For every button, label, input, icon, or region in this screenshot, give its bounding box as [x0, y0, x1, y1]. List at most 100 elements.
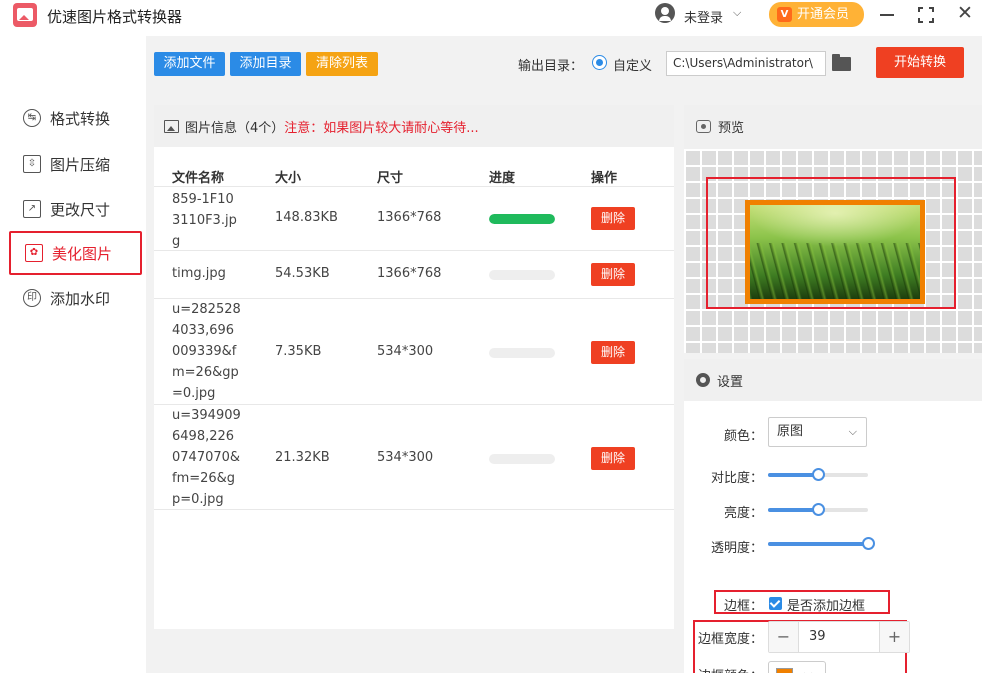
- app-logo-icon: [13, 3, 37, 27]
- sidebar-item-compress[interactable]: ⇳ 图片压缩: [9, 142, 142, 186]
- table-row[interactable]: u=2825284033,696009339&fm=26&gp=0.jpg 7.…: [154, 298, 674, 404]
- color-select[interactable]: 原图 ⌵: [768, 417, 867, 447]
- sidebar-item-label: 添加水印: [50, 289, 111, 308]
- login-status[interactable]: 未登录: [684, 7, 723, 26]
- settings-title: 设置: [717, 374, 744, 390]
- table-row[interactable]: timg.jpg 54.53KB 1366*768 删除: [154, 250, 674, 298]
- delete-button[interactable]: 删除: [591, 263, 635, 286]
- sidebar-item-resize[interactable]: ↗ 更改尺寸: [9, 187, 142, 231]
- add-file-button[interactable]: 添加文件: [154, 52, 225, 76]
- progress-bar: [489, 214, 555, 224]
- slider-fill: [768, 542, 868, 546]
- folder-icon[interactable]: [832, 54, 851, 71]
- border-width-label: 边框宽度：: [698, 632, 764, 647]
- chevron-down-icon[interactable]: ⌵: [733, 6, 741, 20]
- column-header-progress: 进度: [489, 171, 516, 186]
- vip-button[interactable]: V 开通会员: [769, 2, 864, 27]
- watermark-icon: 印: [23, 289, 41, 307]
- brightness-label: 亮度：: [724, 506, 764, 521]
- file-size: 148.83KB: [275, 210, 338, 225]
- maximize-icon[interactable]: [918, 7, 934, 23]
- color-swatch: [776, 668, 793, 673]
- app-title: 优速图片格式转换器: [47, 8, 183, 26]
- border-width-value[interactable]: 39: [809, 622, 826, 652]
- add-border-label[interactable]: 是否添加边框: [787, 595, 865, 614]
- gear-icon: [696, 373, 710, 387]
- vip-badge-icon: V: [777, 7, 792, 22]
- preview-panel: 预览: [684, 105, 982, 353]
- table-row[interactable]: 859-1F103110F3.jpg 148.83KB 1366*768 删除: [154, 186, 674, 250]
- sidebar: ↹ 格式转换 ⇳ 图片压缩 ↗ 更改尺寸 ✿ 美化图片 印 添加水印: [0, 36, 146, 673]
- file-name: 859-1F103110F3.jpg: [172, 192, 237, 249]
- sidebar-item-label: 更改尺寸: [50, 200, 111, 219]
- border-color-picker[interactable]: ⌵: [768, 661, 826, 673]
- preview-highlight-box: [706, 177, 956, 309]
- delete-button[interactable]: 删除: [591, 341, 635, 364]
- increment-button[interactable]: +: [879, 622, 909, 652]
- progress-bar: [489, 348, 555, 358]
- contrast-slider[interactable]: [768, 468, 868, 481]
- title-bar: 优速图片格式转换器 未登录 ⌵ V 开通会员 ✕: [0, 0, 982, 30]
- delete-button[interactable]: 删除: [591, 207, 635, 230]
- color-select-value: 原图: [777, 424, 804, 439]
- preview-title: 预览: [718, 121, 745, 136]
- border-width-stepper[interactable]: − 39 +: [768, 621, 910, 653]
- brightness-slider[interactable]: [768, 503, 868, 516]
- slider-thumb[interactable]: [812, 503, 825, 516]
- beautify-icon: ✿: [25, 244, 43, 262]
- column-header-name: 文件名称: [172, 171, 225, 186]
- slider-thumb[interactable]: [812, 468, 825, 481]
- border-color-label: 边框颜色：: [698, 665, 763, 673]
- progress-fill: [489, 214, 555, 224]
- file-panel-header: 图片信息（4个） 注意：如果图片较大请耐心等待...: [154, 105, 674, 147]
- resize-icon: ↗: [23, 200, 41, 218]
- opacity-slider[interactable]: [768, 537, 875, 550]
- sidebar-item-format-convert[interactable]: ↹ 格式转换: [9, 96, 142, 140]
- chevron-down-icon: ⌵: [848, 425, 857, 438]
- file-name: u=3949096498,2260747070&fm=26&gp=0.jpg: [172, 408, 241, 507]
- slider-fill: [768, 473, 818, 477]
- sidebar-item-watermark[interactable]: 印 添加水印: [9, 276, 142, 320]
- output-dir-label: 输出目录：: [518, 59, 584, 74]
- add-directory-button[interactable]: 添加目录: [230, 52, 301, 76]
- file-dims: 1366*768: [377, 266, 442, 281]
- slider-thumb[interactable]: [862, 537, 875, 550]
- file-size: 54.53KB: [275, 266, 330, 281]
- file-list-panel: 图片信息（4个） 注意：如果图片较大请耐心等待... 文件名称 大小 尺寸 进度…: [154, 105, 674, 629]
- table-row[interactable]: u=3949096498,2260747070&fm=26&gp=0.jpg 2…: [154, 404, 674, 510]
- column-header-size: 大小: [275, 171, 302, 186]
- opacity-label: 透明度：: [711, 541, 764, 556]
- file-size: 21.32KB: [275, 450, 330, 465]
- sidebar-item-beautify[interactable]: ✿ 美化图片: [9, 231, 142, 275]
- file-name: u=2825284033,696009339&fm=26&gp=0.jpg: [172, 302, 241, 401]
- settings-panel: 设置 颜色： 原图 ⌵ 对比度： 亮度： 透明度： 边框： 是否添加边框 边框宽…: [684, 359, 982, 673]
- preview-icon: [696, 120, 711, 133]
- sidebar-item-label: 图片压缩: [50, 155, 111, 174]
- clear-list-button[interactable]: 清除列表: [306, 52, 378, 76]
- preview-image: [745, 200, 925, 304]
- border-label: 边框：: [724, 599, 764, 614]
- file-dims: 534*300: [377, 450, 434, 465]
- contrast-label: 对比度：: [711, 471, 764, 486]
- compress-icon: ⇳: [23, 155, 41, 173]
- sidebar-item-label: 格式转换: [50, 109, 111, 128]
- custom-dir-label[interactable]: 自定义: [613, 55, 652, 74]
- close-icon[interactable]: ✕: [957, 3, 973, 23]
- file-dims: 534*300: [377, 344, 434, 359]
- column-header-action: 操作: [591, 171, 618, 186]
- minimize-icon[interactable]: [880, 14, 894, 16]
- image-icon: [164, 119, 179, 133]
- user-avatar-icon[interactable]: [655, 3, 675, 23]
- delete-button[interactable]: 删除: [591, 447, 635, 470]
- file-panel-warning: 注意：如果图片较大请耐心等待...: [284, 120, 479, 136]
- file-dims: 1366*768: [377, 210, 442, 225]
- color-label: 颜色：: [724, 429, 764, 444]
- chevron-down-icon: ⌵: [804, 667, 812, 673]
- add-border-checkbox[interactable]: [769, 597, 782, 610]
- decrement-button[interactable]: −: [769, 622, 799, 652]
- preview-header: 预览: [696, 117, 744, 136]
- start-convert-button[interactable]: 开始转换: [876, 47, 964, 78]
- output-path-input[interactable]: C:\Users\Administrator\: [666, 51, 826, 76]
- settings-header: 设置: [684, 359, 982, 401]
- custom-dir-radio[interactable]: [592, 55, 607, 70]
